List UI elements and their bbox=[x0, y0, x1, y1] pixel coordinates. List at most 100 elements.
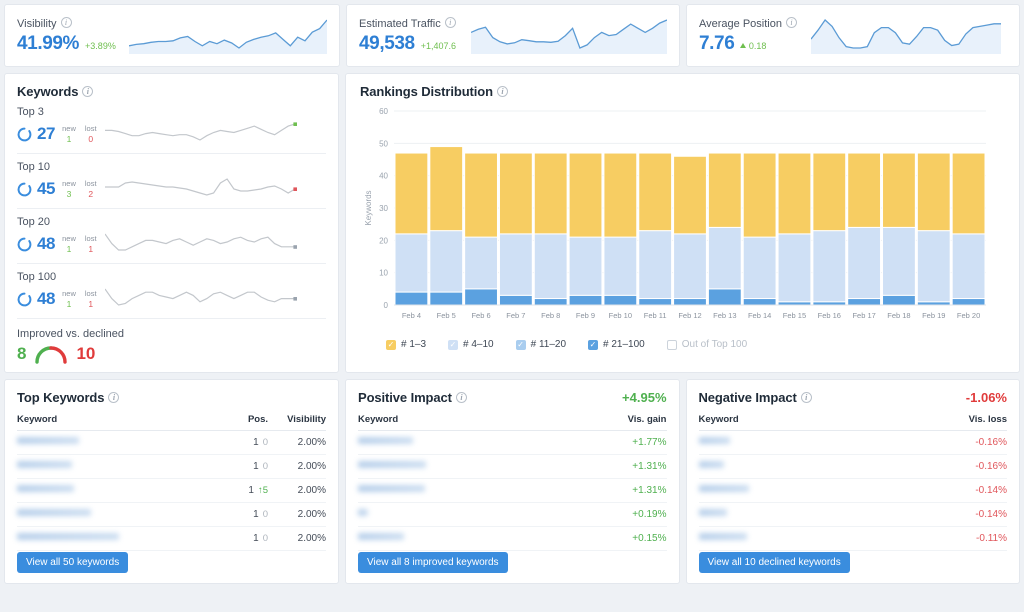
svg-text:Feb 15: Feb 15 bbox=[783, 311, 806, 320]
kpi-value-row: 49,538 +1,407.6 bbox=[359, 33, 471, 55]
info-icon[interactable]: i bbox=[785, 16, 797, 28]
keyword-cell[interactable] bbox=[698, 502, 941, 527]
table-row[interactable]: 1 0 2.00% bbox=[17, 430, 326, 455]
legend-item[interactable]: ✓ # 1–3 bbox=[386, 339, 426, 350]
table-row[interactable]: +0.19% bbox=[358, 502, 667, 527]
view-all-improved-keywords-button[interactable]: View all 8 improved keywords bbox=[358, 552, 508, 573]
keyword-cell[interactable] bbox=[698, 526, 941, 551]
info-icon[interactable]: i bbox=[444, 16, 456, 28]
visibility-cell: 2.00% bbox=[268, 478, 326, 503]
legend-item[interactable]: Out of Top 100 bbox=[666, 339, 747, 350]
keyword-cell[interactable] bbox=[17, 526, 216, 551]
keyword-cell[interactable] bbox=[358, 430, 601, 455]
table-row[interactable]: -0.16% bbox=[698, 454, 1007, 479]
table-row[interactable]: -0.14% bbox=[698, 478, 1007, 503]
table-row[interactable]: -0.14% bbox=[698, 502, 1007, 527]
lost-keywords-stat: lost 1 bbox=[85, 289, 97, 310]
position-value: 1 bbox=[253, 509, 259, 520]
checkbox-unchecked-icon[interactable] bbox=[666, 339, 677, 350]
keyword-tier-label: Top 20 bbox=[17, 216, 51, 228]
svg-text:Feb 13: Feb 13 bbox=[713, 311, 736, 320]
positive-impact-panel: Positive Impact i +4.95% Keyword Vis. gai… bbox=[345, 379, 680, 584]
keyword-cell[interactable] bbox=[698, 430, 941, 455]
table-row[interactable]: -0.11% bbox=[698, 526, 1007, 551]
view-all-declined-keywords-button[interactable]: View all 10 declined keywords bbox=[698, 552, 850, 573]
positive-impact-title-text: Positive Impact bbox=[358, 390, 452, 405]
keyword-tier-sparkline bbox=[104, 175, 326, 203]
keyword-cell[interactable] bbox=[358, 478, 601, 503]
table-row[interactable]: 1 0 2.00% bbox=[17, 502, 326, 527]
visibility-sparkline bbox=[128, 14, 328, 58]
checkbox-checked-icon[interactable]: ✓ bbox=[588, 339, 599, 350]
stat-value: 1 bbox=[88, 243, 94, 254]
negative-impact-header: Negative Impact i -1.06% bbox=[699, 390, 1008, 405]
top-keywords-body: 1 0 2.00% 1 0 2.00% 1 ↑5 2.00% 1 0 2.00% 1 0 2.00% bbox=[17, 430, 326, 551]
table-row[interactable]: 1 ↑5 2.00% bbox=[17, 478, 326, 503]
keyword-cell[interactable] bbox=[17, 430, 216, 455]
stat-value: 1 bbox=[88, 298, 94, 309]
svg-text:10: 10 bbox=[379, 269, 388, 278]
checkbox-checked-icon[interactable]: ✓ bbox=[386, 339, 396, 350]
svg-text:Feb 11: Feb 11 bbox=[644, 311, 667, 320]
legend-label: # 11–20 bbox=[530, 339, 567, 350]
position-value: 1 bbox=[253, 461, 259, 472]
average-position-sparkline bbox=[810, 14, 1007, 58]
table-row[interactable]: +1.31% bbox=[358, 478, 667, 503]
stat-caption: lost bbox=[84, 178, 97, 188]
info-icon[interactable]: i bbox=[496, 86, 508, 97]
table-row[interactable]: +1.31% bbox=[358, 454, 667, 479]
gauge-icon bbox=[35, 346, 68, 364]
keyword-cell[interactable] bbox=[358, 454, 601, 479]
keyword-cell[interactable] bbox=[17, 502, 216, 527]
progress-ring-icon bbox=[17, 127, 32, 142]
svg-text:Feb 16: Feb 16 bbox=[818, 311, 841, 320]
keyword-cell[interactable] bbox=[698, 454, 941, 479]
redacted-keyword bbox=[358, 533, 404, 540]
checkbox-checked-icon[interactable]: ✓ bbox=[448, 339, 459, 350]
legend-item[interactable]: ✓ # 21–100 bbox=[588, 339, 645, 350]
top-keywords-title: Top Keywords i bbox=[17, 390, 120, 405]
keyword-tier-label: Top 3 bbox=[17, 106, 44, 118]
info-icon[interactable]: i bbox=[82, 86, 94, 97]
keyword-cell[interactable] bbox=[358, 502, 601, 527]
info-icon[interactable]: i bbox=[800, 392, 812, 403]
svg-text:Feb 6: Feb 6 bbox=[471, 311, 490, 320]
redacted-keyword bbox=[358, 485, 425, 492]
svg-text:50: 50 bbox=[379, 139, 388, 148]
kpi-value-row: 7.76 0.18 bbox=[699, 33, 811, 55]
svg-text:40: 40 bbox=[379, 172, 388, 181]
improved-count: 8 bbox=[17, 344, 27, 363]
rankings-distribution-panel: Rankings Distribution i 0 10 20 30 40 50 60 Keyw… bbox=[345, 73, 1020, 373]
kpi-row: Visibility i 41.99% +3.89% Estimated Traf… bbox=[4, 4, 1020, 67]
view-all-keywords-button[interactable]: View all 50 keywords bbox=[17, 552, 129, 573]
table-row[interactable]: 1 0 2.00% bbox=[17, 526, 326, 551]
kpi-label: Average Position i bbox=[699, 16, 811, 30]
info-icon[interactable]: i bbox=[60, 16, 72, 28]
table-row[interactable]: +1.77% bbox=[358, 430, 667, 455]
table-row[interactable]: +0.15% bbox=[358, 526, 667, 551]
table-header-row: Keyword Pos. Visibility bbox=[17, 414, 326, 431]
redacted-keyword bbox=[358, 509, 368, 516]
progress-ring-icon bbox=[17, 292, 32, 307]
svg-text:Feb 9: Feb 9 bbox=[576, 311, 595, 320]
info-icon[interactable]: i bbox=[455, 392, 467, 403]
info-icon[interactable]: i bbox=[108, 392, 120, 403]
top-keywords-header: Top Keywords i bbox=[17, 390, 326, 405]
checkbox-checked-icon[interactable]: ✓ bbox=[515, 339, 526, 350]
svg-text:Feb 20: Feb 20 bbox=[957, 311, 980, 320]
legend-item[interactable]: ✓ # 4–10 bbox=[448, 339, 494, 350]
legend-item[interactable]: ✓ # 11–20 bbox=[515, 339, 567, 350]
table-row[interactable]: -0.16% bbox=[698, 430, 1007, 455]
keyword-cell[interactable] bbox=[17, 454, 216, 479]
keyword-cell[interactable] bbox=[358, 526, 601, 551]
table-row[interactable]: 1 0 2.00% bbox=[17, 454, 326, 479]
position-delta: 0 bbox=[262, 533, 268, 544]
keyword-cell[interactable] bbox=[698, 478, 941, 503]
svg-text:Feb 12: Feb 12 bbox=[678, 311, 701, 320]
column-header-keyword: Keyword bbox=[17, 414, 216, 431]
redacted-keyword bbox=[698, 533, 747, 540]
keyword-cell[interactable] bbox=[17, 478, 216, 503]
positive-impact-total: +4.95% bbox=[622, 390, 667, 405]
new-lost-group: new 1 lost 0 bbox=[62, 124, 96, 145]
redacted-keyword bbox=[698, 461, 724, 468]
